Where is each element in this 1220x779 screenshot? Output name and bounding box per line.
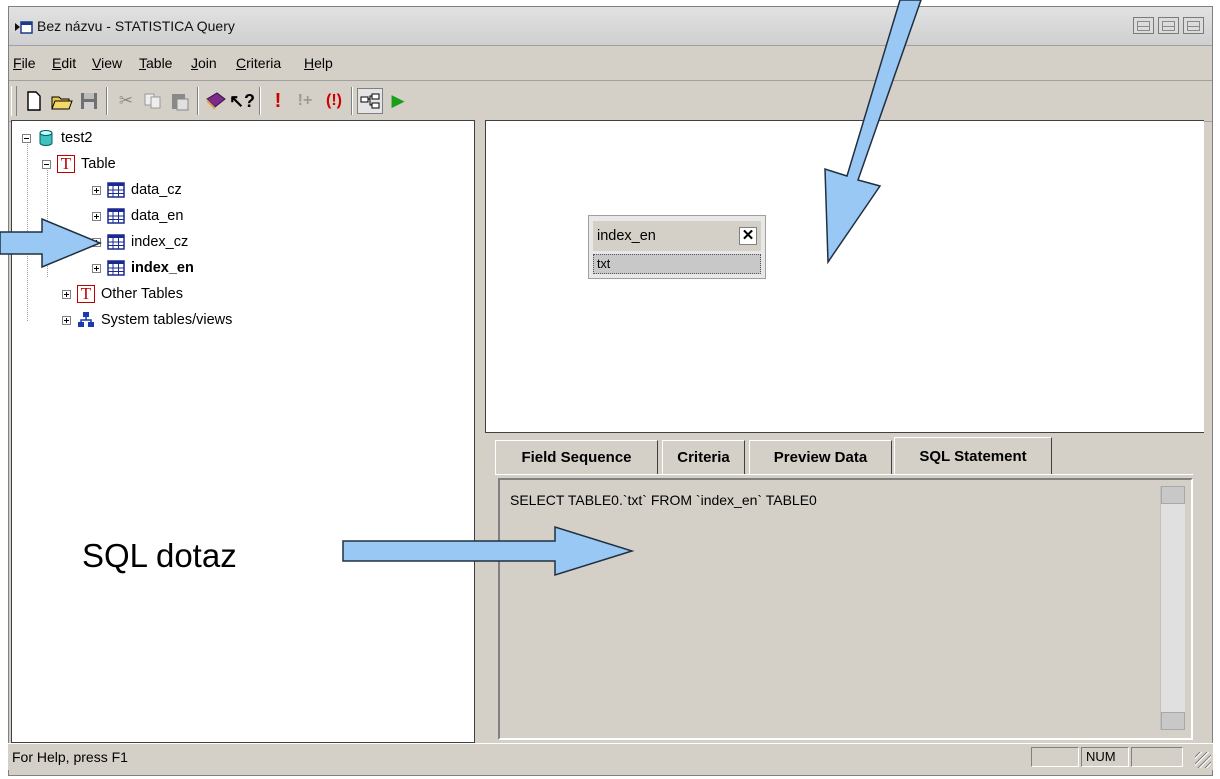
- horizontal-splitter[interactable]: [485, 433, 1204, 439]
- tree-label: index_en: [131, 260, 194, 276]
- copy-icon[interactable]: [140, 88, 166, 114]
- menu-edit[interactable]: Edit: [52, 55, 76, 71]
- sql-text[interactable]: SELECT TABLE0.`txt` FROM `index_en` TABL…: [510, 492, 817, 508]
- expand-icon[interactable]: [92, 263, 101, 273]
- table-group-icon: T: [77, 285, 95, 303]
- window-title: Bez názvu - STATISTICA Query: [37, 18, 235, 34]
- tree-item-index-cz[interactable]: index_cz: [92, 230, 188, 254]
- tree-label: index_cz: [131, 234, 189, 250]
- scroll-down-button[interactable]: [1161, 712, 1185, 730]
- paste-icon[interactable]: [167, 88, 193, 114]
- tree-item-data-cz[interactable]: data_cz: [92, 178, 182, 202]
- menu-criteria[interactable]: Criteria: [236, 55, 281, 71]
- table-icon: [107, 260, 125, 276]
- close-icon[interactable]: ✕: [739, 227, 757, 245]
- tree-item-data-en[interactable]: data_en: [92, 204, 183, 228]
- menu-table[interactable]: Table: [139, 55, 172, 71]
- run-query-icon[interactable]: !: [265, 88, 291, 114]
- status-cell-empty-2: [1131, 747, 1183, 767]
- tree-label: Table: [81, 156, 116, 172]
- open-folder-icon[interactable]: [49, 88, 75, 114]
- maximize-button[interactable]: [1158, 17, 1179, 34]
- tab-sql-statement[interactable]: SQL Statement: [894, 437, 1052, 474]
- expand-icon[interactable]: [62, 289, 71, 299]
- scroll-up-button[interactable]: [1161, 486, 1185, 504]
- menu-file[interactable]: File: [13, 55, 36, 71]
- table-box-title: index_en: [597, 228, 656, 244]
- tree-item-test2[interactable]: test2: [22, 126, 92, 150]
- expand-icon[interactable]: [62, 315, 71, 325]
- menu-join[interactable]: Join: [191, 55, 217, 71]
- tab-field-sequence[interactable]: Field Sequence: [495, 440, 658, 474]
- tree-label: Other Tables: [101, 286, 183, 302]
- menu-view[interactable]: View: [92, 55, 122, 71]
- collapse-icon[interactable]: [22, 133, 31, 143]
- tab-criteria[interactable]: Criteria: [662, 440, 745, 474]
- sql-statement-area[interactable]: SELECT TABLE0.`txt` FROM `index_en` TABL…: [498, 478, 1193, 740]
- tree-label: System tables/views: [101, 312, 233, 328]
- cut-icon[interactable]: ✂: [113, 88, 139, 114]
- tree-item-system-tables[interactable]: System tables/views: [62, 308, 232, 332]
- table-icon: [107, 208, 125, 224]
- play-icon[interactable]: ▶: [385, 88, 411, 114]
- expand-icon[interactable]: [92, 211, 101, 221]
- tree-label: data_cz: [131, 182, 182, 198]
- resize-grip[interactable]: [1195, 752, 1211, 768]
- minimize-button[interactable]: [1133, 17, 1154, 34]
- status-cell-empty: [1031, 747, 1079, 767]
- tree-label: test2: [61, 130, 93, 146]
- table-box-header[interactable]: index_en ✕: [593, 221, 761, 251]
- expand-icon[interactable]: [92, 237, 101, 247]
- new-file-icon[interactable]: [21, 88, 47, 114]
- tree-label: data_en: [131, 208, 184, 224]
- title-bar: Bez názvu - STATISTICA Query: [9, 7, 1212, 46]
- tree-item-other-tables[interactable]: T Other Tables: [62, 282, 183, 306]
- tree-item-index-en[interactable]: index_en: [92, 256, 194, 280]
- join-icon[interactable]: [357, 88, 383, 114]
- table-icon: [107, 182, 125, 198]
- run-all-icon[interactable]: (!): [321, 88, 347, 114]
- table-box-index-en[interactable]: index_en ✕ txt: [588, 215, 766, 279]
- book-icon[interactable]: [203, 88, 229, 114]
- menu-bar: File Edit View Table Join Criteria Help: [9, 46, 1212, 81]
- expand-icon[interactable]: [92, 185, 101, 195]
- table-field-txt[interactable]: txt: [593, 254, 761, 274]
- collapse-icon[interactable]: [42, 159, 51, 169]
- status-bar: For Help, press F1 NUM: [8, 743, 1213, 770]
- help-pointer-icon[interactable]: ↖?: [229, 88, 255, 114]
- table-group-icon: T: [57, 155, 75, 173]
- app-icon: [15, 21, 33, 34]
- status-help-text: For Help, press F1: [12, 749, 128, 765]
- tree-item-table-group[interactable]: T Table: [42, 152, 116, 176]
- run-step-icon[interactable]: !+: [292, 88, 318, 114]
- sql-scrollbar[interactable]: [1160, 486, 1185, 730]
- table-icon: [107, 234, 125, 250]
- status-num: NUM: [1081, 747, 1129, 767]
- annotation-label: SQL dotaz: [82, 537, 237, 574]
- close-window-button[interactable]: [1183, 17, 1204, 34]
- network-icon: [78, 312, 94, 327]
- vertical-splitter[interactable]: [475, 120, 485, 743]
- save-icon[interactable]: [76, 88, 102, 114]
- toolbar: ✂ ↖? ! !+ (!) ▶: [9, 81, 1212, 122]
- menu-help[interactable]: Help: [304, 55, 333, 71]
- tree-pane[interactable]: test2 T Table data_cz data_en index_cz i…: [11, 120, 475, 743]
- database-icon: [39, 130, 53, 146]
- tab-preview-data[interactable]: Preview Data: [749, 440, 892, 474]
